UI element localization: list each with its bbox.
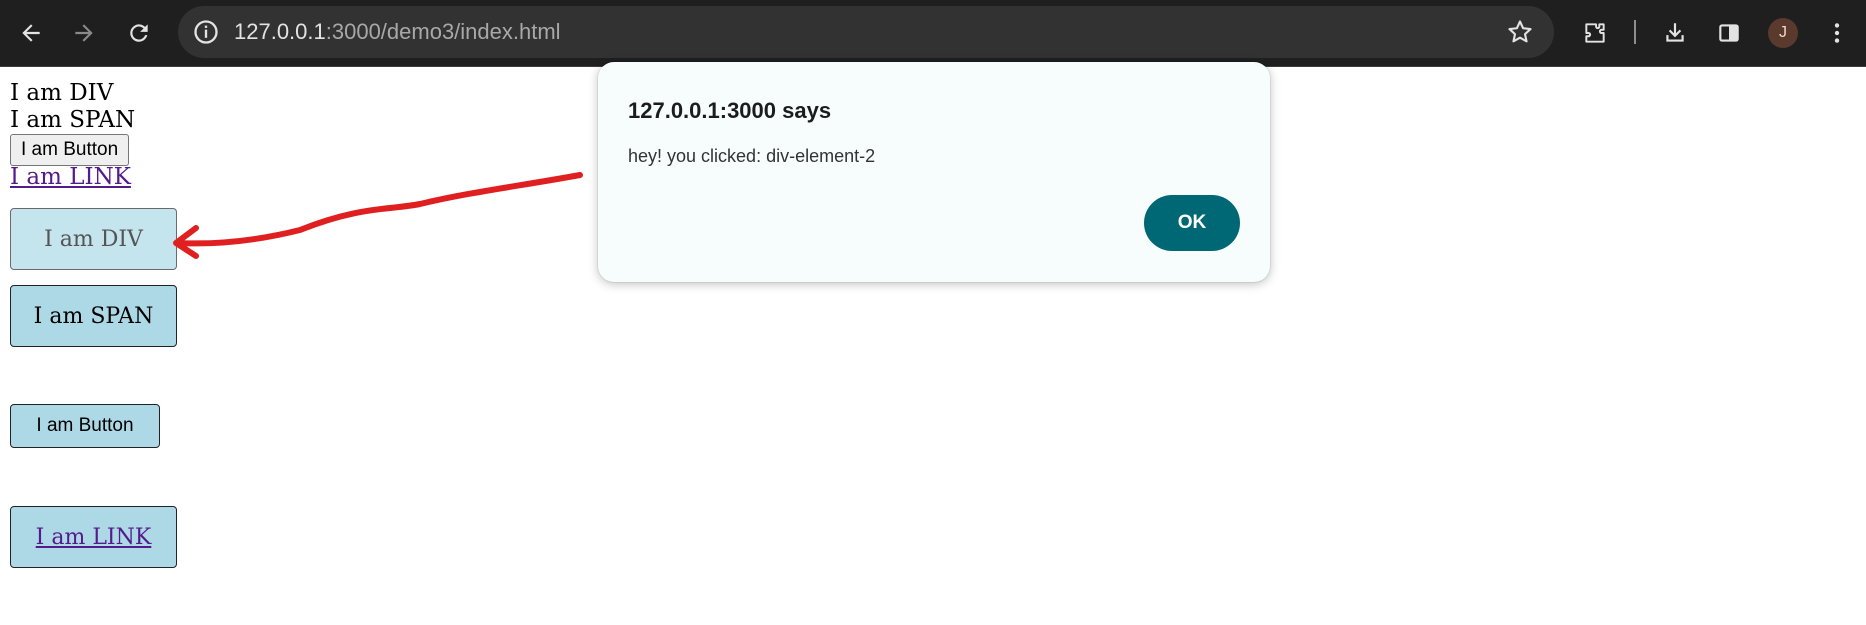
- styled-div[interactable]: I am DIV: [10, 208, 177, 270]
- address-bar[interactable]: 127.0.0.1:3000/demo3/index.html: [178, 6, 1554, 58]
- url-text: 127.0.0.1:3000/demo3/index.html: [234, 19, 561, 45]
- plain-span[interactable]: I am SPAN: [10, 107, 135, 133]
- styled-button[interactable]: I am Button: [10, 404, 160, 448]
- styled-span[interactable]: I am SPAN: [10, 285, 177, 347]
- plain-link[interactable]: I am LINK: [10, 164, 131, 190]
- dialog-message: hey! you clicked: div-element-2: [628, 146, 876, 166]
- styled-link[interactable]: I am LINK: [36, 525, 152, 550]
- side-panel-icon[interactable]: [1710, 14, 1748, 52]
- forward-icon[interactable]: [65, 14, 103, 52]
- profile-avatar[interactable]: J: [1768, 18, 1798, 48]
- extensions-icon[interactable]: [1576, 14, 1614, 52]
- back-icon[interactable]: [12, 14, 50, 52]
- browser-toolbar: 127.0.0.1:3000/demo3/index.html J: [0, 0, 1866, 67]
- reload-icon[interactable]: [120, 14, 158, 52]
- ok-button[interactable]: OK: [1144, 195, 1240, 251]
- site-info-icon[interactable]: [192, 18, 220, 46]
- bookmark-star-icon[interactable]: [1506, 18, 1534, 46]
- styled-link-box[interactable]: I am LINK: [10, 506, 177, 568]
- plain-button[interactable]: I am Button: [10, 134, 130, 166]
- dialog-title: 127.0.0.1:3000 says: [628, 98, 832, 123]
- url-path: :3000/demo3/index.html: [325, 19, 561, 44]
- plain-div[interactable]: I am DIV: [10, 80, 113, 106]
- alert-dialog: 127.0.0.1:3000 says hey! you clicked: di…: [598, 62, 1270, 282]
- url-host: 127.0.0.1: [234, 19, 326, 44]
- menu-icon[interactable]: [1818, 14, 1856, 52]
- toolbar-separator: [1634, 20, 1636, 44]
- download-icon[interactable]: [1656, 14, 1694, 52]
